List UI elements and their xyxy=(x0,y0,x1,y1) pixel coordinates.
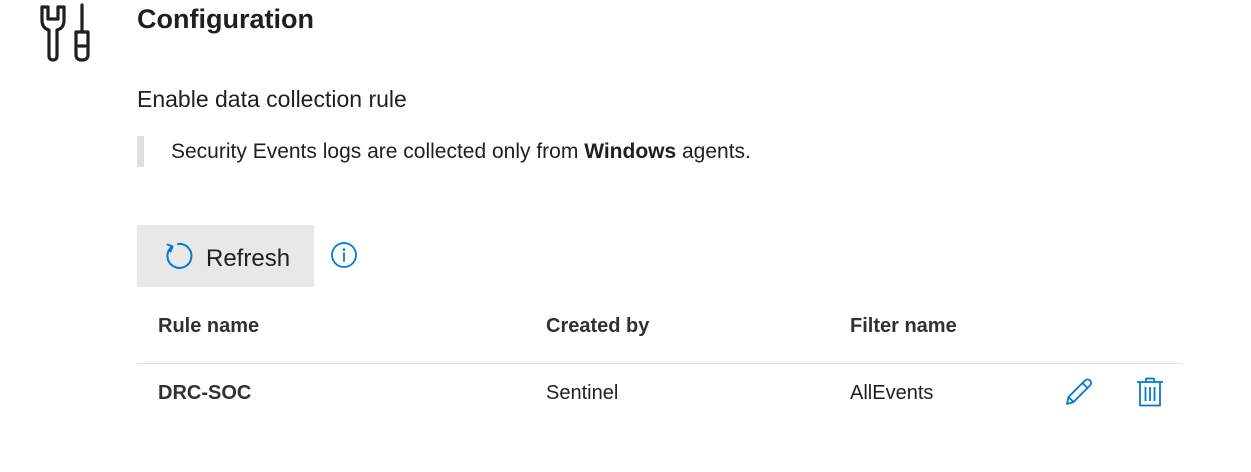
notice-text: Security Events logs are collected only … xyxy=(171,140,585,163)
cell-filter-name: AllEvents xyxy=(850,382,934,404)
column-header-filter-name[interactable]: Filter name xyxy=(850,312,957,340)
refresh-icon xyxy=(166,242,193,269)
refresh-label: Refresh xyxy=(206,245,291,272)
info-icon[interactable] xyxy=(330,241,358,269)
info-notice: Security Events logs are collected only … xyxy=(137,136,1037,167)
table-header: Rule name Created by Filter name xyxy=(137,296,1182,364)
column-header-created-by[interactable]: Created by xyxy=(546,312,649,340)
notice-emphasis: Windows xyxy=(584,140,677,163)
column-header-rule-name[interactable]: Rule name xyxy=(158,312,259,340)
page-title: Configuration xyxy=(137,4,314,34)
cell-rule-name: DRC-SOC xyxy=(158,382,252,404)
section-subtitle: Enable data collection rule xyxy=(137,86,407,112)
cell-created-by: Sentinel xyxy=(546,382,619,404)
refresh-button[interactable]: Refresh xyxy=(137,225,314,287)
rules-table: Rule name Created by Filter name DRC-SOC… xyxy=(137,296,1182,407)
configuration-panel: Configuration Enable data collection rul… xyxy=(0,0,1251,472)
notice-text-end: agents. xyxy=(676,140,751,163)
edit-icon[interactable] xyxy=(1063,376,1095,408)
delete-icon[interactable] xyxy=(1135,376,1165,408)
wrench-screwdriver-icon xyxy=(40,3,90,62)
